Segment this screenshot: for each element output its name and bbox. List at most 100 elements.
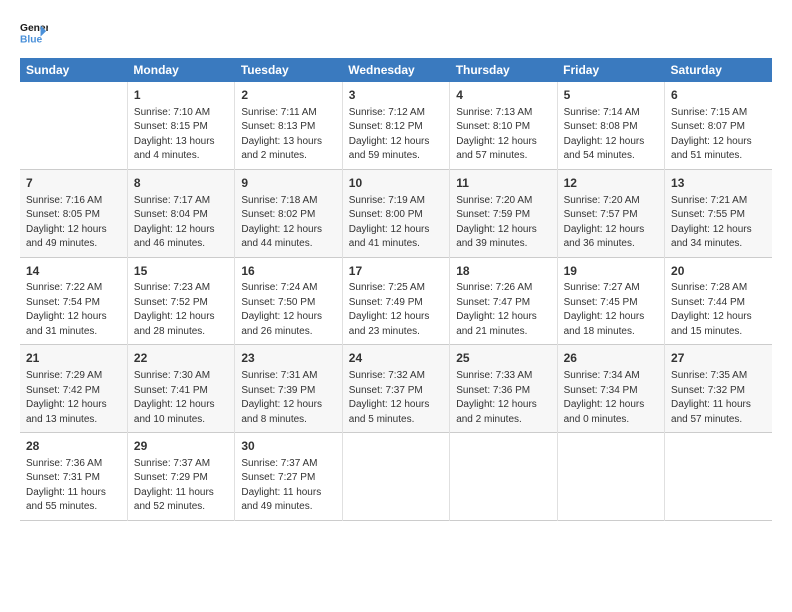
page: General Blue SundayMondayTuesdayWednesda… [0,0,792,531]
day-number: 1 [134,87,228,104]
header-cell-monday: Monday [127,58,234,82]
day-cell [450,433,557,521]
day-text: Sunrise: 7:16 AM Sunset: 8:05 PM Dayligh… [26,194,121,252]
day-text: Sunrise: 7:14 AM Sunset: 8:08 PM Dayligh… [564,106,658,164]
day-cell: 21Sunrise: 7:29 AM Sunset: 7:42 PM Dayli… [20,345,127,433]
logo-icon: General Blue [20,18,48,46]
day-number: 12 [564,175,658,192]
day-number: 10 [349,175,443,192]
logo: General Blue [20,18,48,46]
day-text: Sunrise: 7:23 AM Sunset: 7:52 PM Dayligh… [134,281,228,339]
day-cell: 29 Sunrise: 7:37 AM Sunset: 7:29 PM Dayli… [127,433,234,521]
day-cell: 17Sunrise: 7:25 AM Sunset: 7:49 PM Dayli… [342,257,449,345]
svg-text:Blue: Blue [20,34,43,45]
day-number: 30 [241,438,335,455]
day-number: 22 [134,350,228,367]
day-cell: 1 Sunrise: 7:10 AM Sunset: 8:15 PM Daylig… [127,82,234,169]
header-cell-friday: Friday [557,58,664,82]
day-text: Sunrise: 7:27 AM Sunset: 7:45 PM Dayligh… [564,281,658,339]
day-number: 28 [26,438,121,455]
day-text: Sunrise: 7:11 AM Sunset: 8:13 PM Dayligh… [241,106,335,164]
day-number: 13 [671,175,766,192]
day-number: 6 [671,87,766,104]
day-number: 26 [564,350,658,367]
header-cell-sunday: Sunday [20,58,127,82]
day-text: Sunrise: 7:37 AM Sunset: 7:29 PM Dayligh… [134,457,228,515]
day-number: 18 [456,263,550,280]
week-row-1: 7 Sunrise: 7:16 AM Sunset: 8:05 PM Daylig… [20,169,772,257]
day-cell [342,433,449,521]
week-row-3: 21Sunrise: 7:29 AM Sunset: 7:42 PM Dayli… [20,345,772,433]
day-cell: 19Sunrise: 7:27 AM Sunset: 7:45 PM Dayli… [557,257,664,345]
day-text: Sunrise: 7:36 AM Sunset: 7:31 PM Dayligh… [26,457,121,515]
day-number: 3 [349,87,443,104]
day-cell: 14Sunrise: 7:22 AM Sunset: 7:54 PM Dayli… [20,257,127,345]
day-number: 14 [26,263,121,280]
header-cell-wednesday: Wednesday [342,58,449,82]
day-cell: 13 Sunrise: 7:21 AM Sunset: 7:55 PM Dayli… [665,169,772,257]
day-text: Sunrise: 7:32 AM Sunset: 7:37 PM Dayligh… [349,369,443,427]
day-cell: 28 Sunrise: 7:36 AM Sunset: 7:31 PM Dayli… [20,433,127,521]
day-cell: 23Sunrise: 7:31 AM Sunset: 7:39 PM Dayli… [235,345,342,433]
day-text: Sunrise: 7:17 AM Sunset: 8:04 PM Dayligh… [134,194,228,252]
day-text: Sunrise: 7:29 AM Sunset: 7:42 PM Dayligh… [26,369,121,427]
day-cell: 26Sunrise: 7:34 AM Sunset: 7:34 PM Dayli… [557,345,664,433]
header-cell-tuesday: Tuesday [235,58,342,82]
day-number: 11 [456,175,550,192]
week-row-2: 14Sunrise: 7:22 AM Sunset: 7:54 PM Dayli… [20,257,772,345]
day-cell [557,433,664,521]
calendar-table: SundayMondayTuesdayWednesdayThursdayFrid… [20,58,772,521]
day-cell: 30Sunrise: 7:37 AM Sunset: 7:27 PM Dayli… [235,433,342,521]
day-number: 25 [456,350,550,367]
day-number: 4 [456,87,550,104]
day-text: Sunrise: 7:20 AM Sunset: 7:59 PM Dayligh… [456,194,550,252]
day-text: Sunrise: 7:21 AM Sunset: 7:55 PM Dayligh… [671,194,766,252]
day-number: 2 [241,87,335,104]
day-cell [20,82,127,169]
day-text: Sunrise: 7:10 AM Sunset: 8:15 PM Dayligh… [134,106,228,164]
day-cell: 22 Sunrise: 7:30 AM Sunset: 7:41 PM Dayli… [127,345,234,433]
week-row-4: 28 Sunrise: 7:36 AM Sunset: 7:31 PM Dayli… [20,433,772,521]
day-text: Sunrise: 7:30 AM Sunset: 7:41 PM Dayligh… [134,369,228,427]
header-cell-thursday: Thursday [450,58,557,82]
day-text: Sunrise: 7:19 AM Sunset: 8:00 PM Dayligh… [349,194,443,252]
day-number: 24 [349,350,443,367]
day-cell [665,433,772,521]
day-number: 7 [26,175,121,192]
day-text: Sunrise: 7:28 AM Sunset: 7:44 PM Dayligh… [671,281,766,339]
day-text: Sunrise: 7:18 AM Sunset: 8:02 PM Dayligh… [241,194,335,252]
day-cell: 6 Sunrise: 7:15 AM Sunset: 8:07 PM Daylig… [665,82,772,169]
day-cell: 27 Sunrise: 7:35 AM Sunset: 7:32 PM Dayli… [665,345,772,433]
day-cell: 8 Sunrise: 7:17 AM Sunset: 8:04 PM Daylig… [127,169,234,257]
day-number: 23 [241,350,335,367]
week-row-0: 1 Sunrise: 7:10 AM Sunset: 8:15 PM Daylig… [20,82,772,169]
header: General Blue [20,18,772,46]
day-text: Sunrise: 7:22 AM Sunset: 7:54 PM Dayligh… [26,281,121,339]
day-cell: 16Sunrise: 7:24 AM Sunset: 7:50 PM Dayli… [235,257,342,345]
day-text: Sunrise: 7:15 AM Sunset: 8:07 PM Dayligh… [671,106,766,164]
day-number: 19 [564,263,658,280]
day-cell: 20Sunrise: 7:28 AM Sunset: 7:44 PM Dayli… [665,257,772,345]
day-text: Sunrise: 7:13 AM Sunset: 8:10 PM Dayligh… [456,106,550,164]
day-cell: 18Sunrise: 7:26 AM Sunset: 7:47 PM Dayli… [450,257,557,345]
day-number: 29 [134,438,228,455]
header-cell-saturday: Saturday [665,58,772,82]
calendar-body: 1 Sunrise: 7:10 AM Sunset: 8:15 PM Daylig… [20,82,772,520]
day-number: 27 [671,350,766,367]
day-cell: 4 Sunrise: 7:13 AM Sunset: 8:10 PM Daylig… [450,82,557,169]
day-cell: 24 Sunrise: 7:32 AM Sunset: 7:37 PM Dayli… [342,345,449,433]
day-text: Sunrise: 7:35 AM Sunset: 7:32 PM Dayligh… [671,369,766,427]
calendar-header: SundayMondayTuesdayWednesdayThursdayFrid… [20,58,772,82]
header-row: SundayMondayTuesdayWednesdayThursdayFrid… [20,58,772,82]
day-cell: 7 Sunrise: 7:16 AM Sunset: 8:05 PM Daylig… [20,169,127,257]
day-cell: 15Sunrise: 7:23 AM Sunset: 7:52 PM Dayli… [127,257,234,345]
day-text: Sunrise: 7:26 AM Sunset: 7:47 PM Dayligh… [456,281,550,339]
day-cell: 12Sunrise: 7:20 AM Sunset: 7:57 PM Dayli… [557,169,664,257]
day-number: 8 [134,175,228,192]
day-cell: 3Sunrise: 7:12 AM Sunset: 8:12 PM Daylig… [342,82,449,169]
day-text: Sunrise: 7:24 AM Sunset: 7:50 PM Dayligh… [241,281,335,339]
day-cell: 9 Sunrise: 7:18 AM Sunset: 8:02 PM Daylig… [235,169,342,257]
day-number: 9 [241,175,335,192]
day-number: 5 [564,87,658,104]
day-cell: 2 Sunrise: 7:11 AM Sunset: 8:13 PM Daylig… [235,82,342,169]
